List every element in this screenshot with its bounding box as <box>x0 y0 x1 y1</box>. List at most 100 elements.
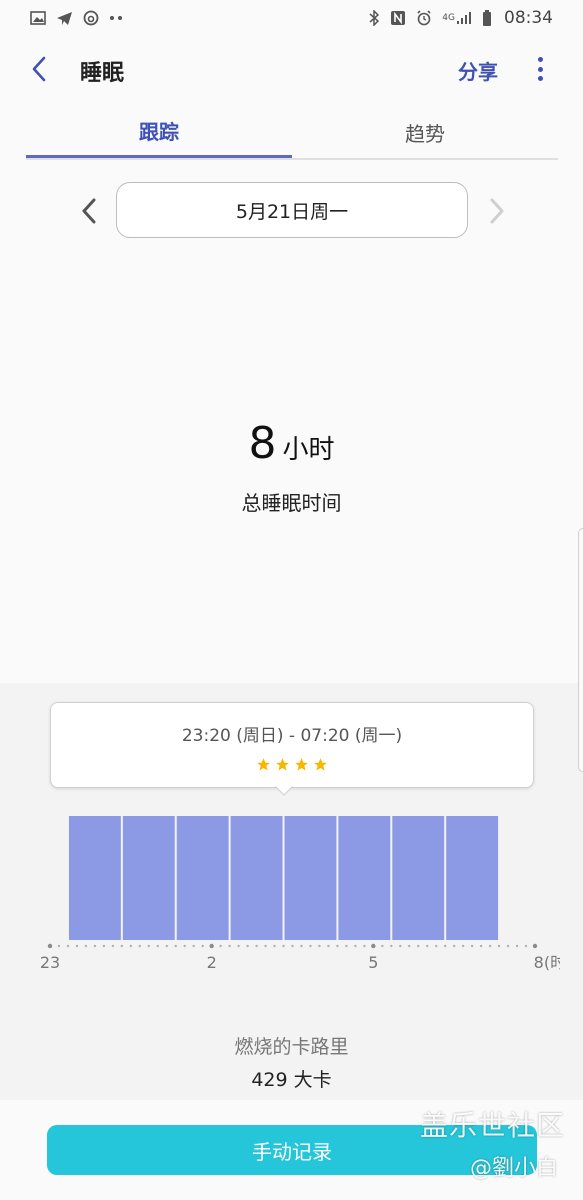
axis-dot <box>129 944 133 948</box>
sleep-session-tooltip[interactable]: 23:20 (周日) - 07:20 (周一) <box>50 702 534 788</box>
axis-dot <box>102 944 106 948</box>
axis-dot <box>174 944 177 948</box>
axis-tick-label: 23 <box>40 953 60 972</box>
sleep-chart[interactable]: 23 2 5 8(时) <box>40 800 560 980</box>
total-sleep-summary: 8 小时 总睡眠时间 <box>0 418 583 516</box>
axis-dot <box>264 944 267 948</box>
axis-dot <box>111 944 115 948</box>
status-bar: 4G 08:34 <box>0 0 583 36</box>
axis-dot <box>426 944 429 948</box>
back-button[interactable] <box>24 52 54 86</box>
axis-dot <box>165 944 168 948</box>
axis-tick-label: 2 <box>207 953 217 972</box>
more-vert-icon <box>537 57 543 62</box>
axis-dot <box>399 944 402 948</box>
axis-dot <box>435 944 438 948</box>
axis-dot <box>228 944 231 948</box>
axis-dot <box>66 944 70 948</box>
total-sleep-label: 总睡眠时间 <box>241 491 342 515</box>
axis-dot <box>183 944 186 948</box>
axis-tick <box>209 943 214 949</box>
next-date-button[interactable] <box>482 194 512 228</box>
axis-tick-label: 5 <box>368 953 378 972</box>
date-navigator: 5月21日周一 <box>0 182 583 240</box>
clock-time: 08:34 <box>504 8 553 28</box>
total-sleep-value: 8 小时 <box>0 418 583 469</box>
status-right-icons: 4G 08:34 <box>368 8 553 28</box>
axis-dot <box>273 944 276 948</box>
sleep-bar-segment <box>230 816 283 940</box>
axis-dot <box>524 944 528 948</box>
sleep-hours-unit: 小时 <box>282 435 335 465</box>
axis-dot <box>75 944 79 948</box>
axis-tick <box>532 943 538 949</box>
axis-dot <box>201 944 204 948</box>
page-title: 睡眠 <box>80 61 125 86</box>
axis-dot <box>381 944 384 948</box>
axis-dot <box>84 944 88 948</box>
axis-dot <box>470 944 474 948</box>
sleep-hours-number: 8 <box>248 418 277 469</box>
tab-trends[interactable]: 趋势 <box>292 106 558 158</box>
share-button[interactable]: 分享 <box>458 56 498 85</box>
tab-bar: 跟踪 趋势 <box>26 106 558 160</box>
sleep-bar-segment <box>176 816 229 940</box>
app-bar: 睡眠 分享 <box>0 36 583 102</box>
chevron-left-icon <box>32 56 46 82</box>
alarm-icon <box>416 9 432 27</box>
axis-dot <box>408 944 411 948</box>
axis-dot <box>479 944 483 948</box>
axis-dot <box>291 944 294 948</box>
axis-dot <box>443 944 447 948</box>
axis-dot <box>390 944 393 948</box>
axis-dot <box>515 944 519 948</box>
network-type: 4G <box>442 13 455 23</box>
sleep-bar-segment <box>122 816 175 940</box>
axis-dot <box>345 944 348 948</box>
axis-dot <box>417 944 420 948</box>
axis-dot <box>255 944 258 948</box>
star-icon <box>276 758 289 771</box>
axis-dot <box>336 944 339 948</box>
sleep-bar-segment <box>446 816 499 940</box>
signal-icon: 4G <box>442 9 472 27</box>
date-selector[interactable]: 5月21日周一 <box>116 182 468 238</box>
axis-dot <box>363 944 366 948</box>
sleep-time-range: 23:20 (周日) - 07:20 (周一) <box>181 726 403 746</box>
axis-dot <box>497 944 501 948</box>
author-watermark: @劉小白 <box>470 1156 559 1181</box>
axis-dot <box>192 944 195 948</box>
sleep-bar-segment <box>392 816 445 940</box>
axis-dot <box>219 944 222 948</box>
axis-tick-label: 8(时) <box>534 953 560 972</box>
more-options-button[interactable] <box>528 54 552 84</box>
tooltip-arrow <box>275 786 293 796</box>
sleep-bar-segment <box>338 816 391 940</box>
sleep-bar-segment <box>68 816 121 940</box>
star-icon <box>257 758 270 771</box>
axis-dot <box>120 944 124 948</box>
calories-label: 燃烧的卡路里 <box>234 1036 349 1058</box>
sleep-rating-stars <box>51 757 533 772</box>
axis-dot <box>93 944 97 948</box>
status-left-icons <box>30 9 123 27</box>
chevron-left-icon <box>82 198 96 224</box>
axis-dot <box>327 944 330 948</box>
telegram-icon <box>56 9 73 27</box>
previous-date-button[interactable] <box>74 194 104 228</box>
bluetooth-icon <box>368 9 380 27</box>
axis-dot <box>147 944 150 948</box>
axis-dot <box>318 944 321 948</box>
calories-value: 429 大卡 <box>251 1069 332 1091</box>
sleep-bar-segment <box>284 816 337 940</box>
more-dots-icon <box>109 9 123 27</box>
tab-tracking[interactable]: 跟踪 <box>26 106 292 158</box>
axis-dot <box>452 944 456 948</box>
battery-icon <box>482 9 492 27</box>
axis-dot <box>237 944 240 948</box>
netease-music-icon <box>83 9 99 27</box>
edge-panel-handle[interactable] <box>578 528 583 772</box>
star-icon <box>314 758 327 771</box>
axis-dot <box>57 944 61 948</box>
calories-section: 燃烧的卡路里 429 大卡 <box>0 1032 583 1092</box>
